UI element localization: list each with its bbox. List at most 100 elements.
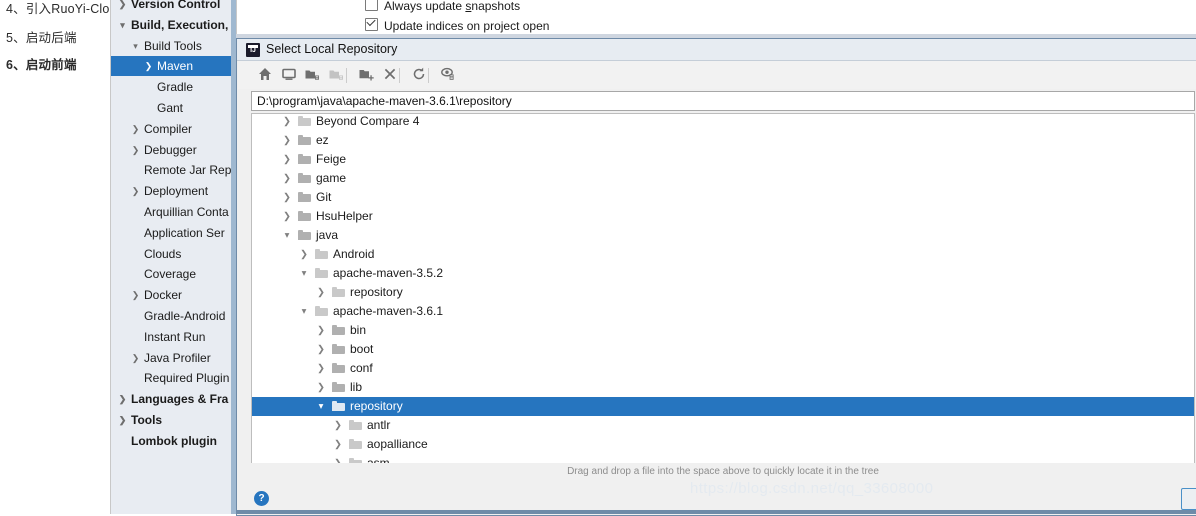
sidebar-item-application-ser[interactable]: Application Ser — [111, 223, 236, 243]
file-tree-scroll-pane[interactable]: ❯ Beyond Compare 4 ❯ ez ❯ Feige ❯ game ❯ Git ❯ HsuH… — [251, 113, 1195, 463]
file-tree-row[interactable]: ❯ boot — [252, 340, 1194, 359]
checkbox-row[interactable]: Update indices on project open — [365, 18, 549, 34]
chevron-right-icon[interactable]: ❯ — [331, 454, 345, 463]
sidebar-item-instant-run[interactable]: Instant Run — [111, 327, 236, 347]
file-tree-row[interactable]: ❯ antlr — [252, 416, 1194, 435]
sidebar-item-docker[interactable]: ❯ Docker — [111, 285, 236, 305]
checkbox-label: Update indices on project open — [384, 19, 550, 33]
chevron-right-icon[interactable] — [117, 431, 128, 451]
file-tree-row[interactable]: ❯ HsuHelper — [252, 207, 1194, 226]
sidebar-item-compiler[interactable]: ❯ Compiler — [111, 119, 236, 139]
sidebar-item-lombok-plugin[interactable]: Lombok plugin — [111, 431, 236, 451]
file-tree[interactable]: ❯ Beyond Compare 4 ❯ ez ❯ Feige ❯ game ❯ Git ❯ HsuH… — [252, 114, 1194, 463]
chevron-right-icon[interactable]: ❯ — [331, 416, 345, 435]
file-tree-row[interactable]: ❯ bin — [252, 321, 1194, 340]
file-tree-row[interactable]: ▾ apache-maven-3.6.1 — [252, 302, 1194, 321]
chevron-down-icon[interactable]: ▾ — [117, 15, 128, 35]
chevron-right-icon[interactable] — [130, 160, 141, 180]
sidebar-item-arquillian-conta[interactable]: Arquillian Conta — [111, 202, 236, 222]
chevron-right-icon[interactable]: ❯ — [314, 321, 328, 340]
sidebar-item-clouds[interactable]: Clouds — [111, 244, 236, 264]
sidebar-item-version-control[interactable]: ❯ Version Control — [111, 0, 236, 14]
chevron-right-icon[interactable]: ❯ — [117, 0, 128, 14]
chevron-right-icon[interactable]: ❯ — [280, 131, 294, 150]
file-tree-row[interactable]: ❯ Android — [252, 245, 1194, 264]
chevron-right-icon[interactable] — [130, 306, 141, 326]
repository-path-input[interactable]: D:\program\java\apache-maven-3.6.1\repos… — [251, 91, 1195, 111]
file-tree-row[interactable]: ▾ repository — [252, 397, 1194, 416]
file-tree-row[interactable]: ❯ Feige — [252, 150, 1194, 169]
chevron-right-icon[interactable]: ❯ — [130, 348, 141, 368]
folder-up-icon[interactable] — [304, 66, 324, 85]
home-icon[interactable] — [257, 66, 277, 85]
new-folder-icon[interactable] — [358, 66, 378, 85]
chevron-right-icon[interactable]: ❯ — [280, 114, 294, 131]
file-tree-row[interactable]: ❯ conf — [252, 359, 1194, 378]
sidebar-item-label: Arquillian Conta — [144, 205, 229, 219]
file-tree-row[interactable]: ▾ apache-maven-3.5.2 — [252, 264, 1194, 283]
chevron-right-icon[interactable]: ❯ — [130, 140, 141, 160]
chevron-right-icon[interactable]: ❯ — [117, 410, 128, 430]
sidebar-item-java-profiler[interactable]: ❯ Java Profiler — [111, 348, 236, 368]
chevron-down-icon[interactable]: ▾ — [280, 226, 294, 245]
chevron-down-icon[interactable]: ▾ — [314, 397, 328, 416]
chevron-right-icon[interactable] — [143, 98, 154, 118]
sidebar-item-gant[interactable]: Gant — [111, 98, 236, 118]
sidebar-item-languages-fra[interactable]: ❯ Languages & Fra — [111, 389, 236, 409]
file-tree-row[interactable]: ❯ aopalliance — [252, 435, 1194, 454]
checkbox-checked-icon[interactable] — [365, 18, 378, 31]
chevron-right-icon[interactable]: ❯ — [280, 150, 294, 169]
chevron-right-icon[interactable]: ❯ — [297, 245, 311, 264]
chevron-right-icon[interactable]: ❯ — [314, 283, 328, 302]
file-tree-row[interactable]: ❯ lib — [252, 378, 1194, 397]
chevron-down-icon[interactable]: ▾ — [130, 36, 141, 56]
ok-button[interactable] — [1181, 488, 1196, 510]
chevron-right-icon[interactable]: ❯ — [130, 181, 141, 201]
file-tree-row[interactable]: ❯ repository — [252, 283, 1194, 302]
chevron-right-icon[interactable]: ❯ — [314, 359, 328, 378]
file-tree-row[interactable]: ❯ Git — [252, 188, 1194, 207]
checkbox-unchecked-icon[interactable] — [365, 0, 378, 11]
chevron-right-icon[interactable]: ❯ — [331, 435, 345, 454]
sidebar-item-required-plugin[interactable]: Required Plugin — [111, 368, 236, 388]
sidebar-item-deployment[interactable]: ❯ Deployment — [111, 181, 236, 201]
chevron-right-icon[interactable]: ❯ — [314, 378, 328, 397]
checkbox-row[interactable]: Always update snapshots — [365, 0, 520, 14]
file-tree-row[interactable]: ▾ java — [252, 226, 1194, 245]
sidebar-item-maven[interactable]: ❯ Maven — [111, 56, 236, 77]
sidebar-item-coverage[interactable]: Coverage — [111, 264, 236, 284]
chevron-right-icon[interactable]: ❯ — [280, 169, 294, 188]
chevron-right-icon[interactable] — [130, 327, 141, 347]
chevron-right-icon[interactable]: ❯ — [314, 340, 328, 359]
chevron-down-icon[interactable]: ▾ — [297, 302, 311, 321]
chevron-right-icon[interactable] — [130, 202, 141, 222]
sidebar-item-debugger[interactable]: ❯ Debugger — [111, 140, 236, 160]
sidebar-item-gradle-android[interactable]: Gradle-Android — [111, 306, 236, 326]
file-tree-row[interactable]: ❯ asm — [252, 454, 1194, 463]
sidebar-item-remote-jar-rep[interactable]: Remote Jar Rep — [111, 160, 236, 180]
sidebar-item-build-execution-deployment[interactable]: ▾Build, Execution, Deployment — [111, 15, 236, 35]
chevron-right-icon[interactable] — [130, 264, 141, 284]
sidebar-item-gradle[interactable]: Gradle — [111, 77, 236, 97]
chevron-right-icon[interactable] — [130, 368, 141, 388]
sidebar-item-build-tools[interactable]: ▾ Build Tools — [111, 36, 236, 56]
chevron-right-icon[interactable]: ❯ — [280, 188, 294, 207]
sidebar-item-tools[interactable]: ❯ Tools — [111, 410, 236, 430]
help-button[interactable]: ? — [254, 491, 269, 506]
chevron-down-icon[interactable]: ▾ — [297, 264, 311, 283]
file-tree-row[interactable]: ❯ game — [252, 169, 1194, 188]
chevron-right-icon[interactable]: ❯ — [130, 285, 141, 305]
chevron-right-icon[interactable]: ❯ — [130, 119, 141, 139]
chevron-right-icon[interactable]: ❯ — [143, 56, 154, 76]
chevron-right-icon[interactable] — [130, 223, 141, 243]
chevron-right-icon[interactable] — [143, 77, 154, 97]
chevron-right-icon[interactable] — [130, 244, 141, 264]
chevron-right-icon[interactable]: ❯ — [117, 389, 128, 409]
chevron-right-icon[interactable]: ❯ — [280, 207, 294, 226]
desktop-icon[interactable] — [281, 66, 301, 85]
file-tree-row-label: Git — [316, 190, 332, 204]
settings-category-tree[interactable]: ❯Version Control▾Build, Execution, Deplo… — [111, 0, 236, 514]
show-hidden-files-icon[interactable] — [440, 66, 460, 85]
file-tree-row[interactable]: ❯ ez — [252, 131, 1194, 150]
file-tree-row[interactable]: ❯ Beyond Compare 4 — [252, 114, 1194, 131]
